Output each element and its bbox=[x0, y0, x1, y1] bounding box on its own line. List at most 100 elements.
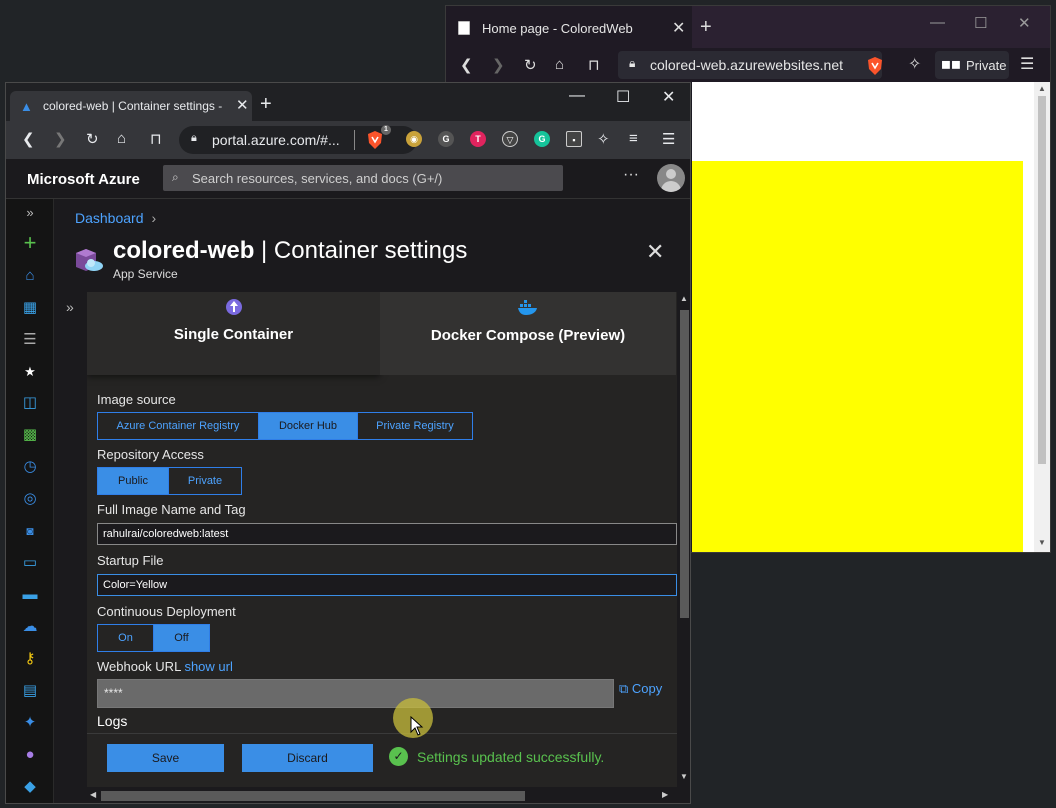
advisor-icon[interactable]: ● bbox=[20, 745, 40, 765]
maximize-icon[interactable]: ☐ bbox=[974, 14, 987, 32]
favorites-star-icon[interactable]: ★ bbox=[20, 362, 40, 382]
extensions-icon[interactable]: ✧ bbox=[597, 130, 610, 148]
scroll-right-icon[interactable]: ▶ bbox=[662, 790, 668, 799]
divider bbox=[354, 130, 355, 150]
expand-menu-icon[interactable]: » bbox=[20, 203, 40, 223]
scroll-down-icon[interactable]: ▼ bbox=[680, 772, 688, 781]
home-icon[interactable]: ⌂ bbox=[555, 56, 564, 73]
home-icon[interactable]: ⌂ bbox=[20, 266, 40, 286]
minimize-icon[interactable]: — bbox=[569, 87, 585, 105]
virtual-machine-icon[interactable]: ▭ bbox=[20, 553, 40, 573]
owl-extension-icon[interactable]: ◉ bbox=[406, 131, 422, 147]
discard-button[interactable]: Discard bbox=[242, 744, 373, 772]
continuous-deployment-toggle: On Off bbox=[97, 624, 210, 652]
all-resources-icon[interactable]: ▩ bbox=[20, 425, 40, 445]
reading-list-icon[interactable]: ≡ bbox=[629, 130, 638, 147]
cost-management-icon[interactable]: ◆ bbox=[20, 777, 40, 797]
extensions-icon[interactable]: ✧ bbox=[908, 54, 921, 74]
startup-file-field[interactable]: Color=Yellow bbox=[97, 574, 677, 596]
forward-icon[interactable]: ❯ bbox=[54, 130, 67, 148]
save-button[interactable]: Save bbox=[107, 744, 224, 772]
resource-name: colored-web bbox=[113, 237, 255, 264]
scroll-thumb[interactable] bbox=[1038, 96, 1046, 464]
option-off[interactable]: Off bbox=[153, 625, 209, 651]
storage-icon[interactable]: ▤ bbox=[20, 681, 40, 701]
cloud-services-icon[interactable]: ☁ bbox=[20, 617, 40, 637]
close-icon[interactable]: ✕ bbox=[236, 96, 249, 114]
close-window-icon[interactable]: ✕ bbox=[1018, 14, 1031, 32]
t-extension-icon[interactable]: T bbox=[470, 131, 486, 147]
g-extension-icon[interactable]: G bbox=[438, 131, 454, 147]
bookmark-icon[interactable]: ⊓ bbox=[588, 56, 600, 74]
monitor-icon[interactable]: ▬ bbox=[20, 585, 40, 605]
bg-tab-title: Home page - ColoredWeb bbox=[482, 21, 633, 36]
brave-shield-icon[interactable] bbox=[866, 56, 884, 76]
option-public[interactable]: Public bbox=[98, 468, 168, 494]
page-icon bbox=[458, 21, 470, 35]
breadcrumb[interactable]: Dashboard › bbox=[75, 210, 156, 226]
option-private-registry[interactable]: Private Registry bbox=[357, 413, 472, 439]
bg-tab[interactable]: Home page - ColoredWeb ✕ bbox=[446, 6, 692, 48]
grammarly-extension-icon[interactable]: G bbox=[534, 131, 550, 147]
pocket-extension-icon[interactable]: ▽ bbox=[502, 131, 518, 147]
show-url-link[interactable]: show url bbox=[184, 659, 232, 674]
horizontal-scrollbar[interactable]: ◀ ▶ bbox=[87, 787, 690, 803]
option-on[interactable]: On bbox=[98, 625, 153, 651]
option-docker-hub[interactable]: Docker Hub bbox=[258, 413, 357, 439]
reload-icon[interactable]: ↻ bbox=[524, 56, 537, 74]
bg-scrollbar[interactable]: ▲ ▼ bbox=[1034, 82, 1050, 552]
scroll-up-icon[interactable]: ▲ bbox=[1038, 84, 1046, 93]
scroll-down-icon[interactable]: ▼ bbox=[1038, 538, 1046, 547]
pip-extension-icon[interactable]: ▪ bbox=[566, 131, 582, 147]
vertical-scrollbar[interactable]: ▲ ▼ bbox=[677, 292, 690, 787]
avatar[interactable] bbox=[657, 164, 685, 192]
azure-brand[interactable]: Microsoft Azure bbox=[27, 171, 140, 188]
back-icon[interactable]: ❮ bbox=[22, 130, 35, 148]
resource-groups-icon[interactable]: ◫ bbox=[20, 393, 40, 413]
menu-icon[interactable]: ☰ bbox=[1020, 54, 1034, 74]
private-badge[interactable]: ◼◼ Private bbox=[935, 51, 1009, 79]
network-icon[interactable]: ✦ bbox=[20, 713, 40, 733]
forward-icon[interactable]: ❯ bbox=[492, 56, 505, 74]
all-services-icon[interactable]: ☰ bbox=[20, 330, 40, 350]
breadcrumb-dashboard[interactable]: Dashboard bbox=[75, 210, 144, 226]
scroll-up-icon[interactable]: ▲ bbox=[680, 294, 688, 303]
webhook-url-field[interactable]: **** bbox=[97, 679, 614, 708]
scroll-thumb[interactable] bbox=[101, 791, 525, 801]
app-services-icon[interactable]: ◎ bbox=[20, 489, 40, 509]
app-service-container-icon bbox=[76, 249, 103, 271]
reload-icon[interactable]: ↻ bbox=[86, 130, 99, 148]
collapse-icon[interactable]: » bbox=[66, 299, 74, 315]
key-vault-icon[interactable]: ⚷ bbox=[20, 649, 40, 669]
maximize-icon[interactable]: ☐ bbox=[616, 87, 630, 107]
tab-docker-compose[interactable]: Docker Compose (Preview) bbox=[380, 292, 676, 375]
repo-access-label: Repository Access bbox=[97, 447, 204, 462]
home-icon[interactable]: ⌂ bbox=[117, 130, 126, 147]
create-resource-icon[interactable]: + bbox=[20, 232, 40, 254]
option-private[interactable]: Private bbox=[168, 468, 241, 494]
close-window-icon[interactable]: ✕ bbox=[662, 87, 675, 107]
back-icon[interactable]: ❮ bbox=[460, 56, 473, 74]
front-browser-window[interactable]: ▲ colored-web | Container settings - ✕ +… bbox=[5, 82, 691, 804]
new-tab-icon[interactable]: + bbox=[700, 16, 712, 39]
minimize-icon[interactable]: — bbox=[930, 14, 945, 31]
bookmark-icon[interactable]: ⊓ bbox=[150, 130, 162, 148]
tab-single-container[interactable]: Single Container bbox=[87, 292, 380, 375]
search-input[interactable]: ⌕ Search resources, services, and docs (… bbox=[163, 165, 563, 191]
more-options-icon[interactable]: ··· bbox=[623, 166, 639, 184]
close-blade-icon[interactable]: ✕ bbox=[646, 239, 664, 265]
scroll-thumb[interactable] bbox=[680, 310, 689, 618]
recent-clock-icon[interactable]: ◷ bbox=[20, 457, 40, 477]
new-tab-icon[interactable]: + bbox=[260, 93, 272, 116]
option-azure-container-registry[interactable]: Azure Container Registry bbox=[98, 413, 258, 439]
menu-icon[interactable]: ☰ bbox=[662, 130, 675, 148]
copy-button[interactable]: ⧉ Copy bbox=[619, 681, 662, 697]
scroll-left-icon[interactable]: ◀ bbox=[90, 790, 96, 799]
bg-address-bar[interactable]: 🔒︎ colored-web.azurewebsites.net bbox=[618, 51, 882, 79]
search-icon: ⌕ bbox=[172, 170, 179, 184]
dashboard-icon[interactable]: ▦ bbox=[20, 298, 40, 318]
fr-tab[interactable]: ▲ colored-web | Container settings - ✕ bbox=[10, 91, 252, 121]
image-name-field[interactable]: rahulrai/coloredweb:latest bbox=[97, 523, 677, 545]
sql-database-icon[interactable]: ◙ bbox=[20, 521, 40, 541]
close-icon[interactable]: ✕ bbox=[672, 18, 685, 38]
